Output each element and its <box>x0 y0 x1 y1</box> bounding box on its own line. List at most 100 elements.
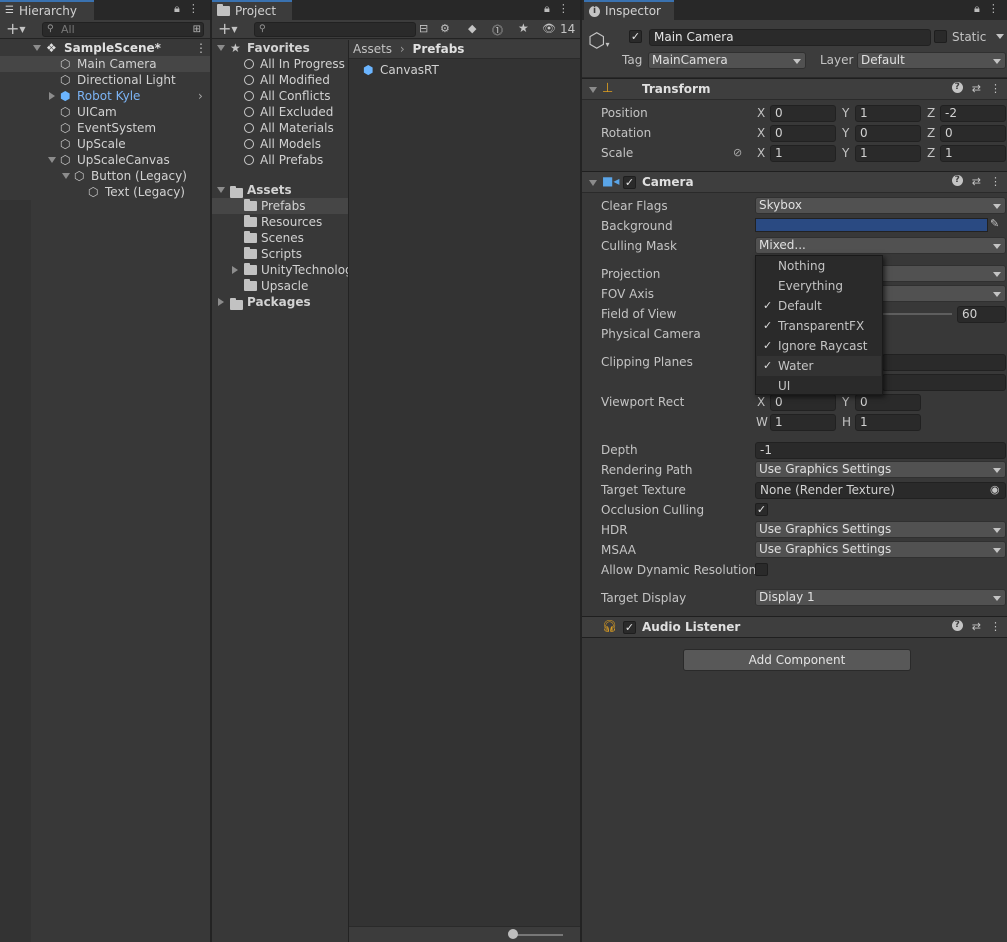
clipping-far-field[interactable] <box>882 374 1006 391</box>
axis-x-label[interactable]: X <box>757 145 765 162</box>
hierarchy-item-text-legacy[interactable]: ⬡ Text (Legacy) <box>0 184 210 200</box>
culling-menu-item-default[interactable]: ✓ Default <box>757 296 881 316</box>
help-icon[interactable]: ? <box>951 620 963 631</box>
occlusion-culling-checkbox[interactable]: ✓ <box>755 503 768 516</box>
gameobject-large-icon[interactable]: ⬡▾ <box>588 28 609 52</box>
folder-unitytechnologies[interactable]: UnityTechnolog <box>230 262 348 278</box>
position-y-field[interactable]: 1 <box>855 105 921 122</box>
filter-by-label-icon[interactable]: ◆ <box>468 22 476 35</box>
inspector-tab[interactable]: i Inspector <box>584 0 674 20</box>
breadcrumb-root[interactable]: Assets <box>353 42 392 56</box>
search-scene-icon[interactable]: ⊞ <box>193 23 201 36</box>
clear-flags-dropdown[interactable]: Skybox <box>755 197 1006 214</box>
hierarchy-item-main-camera[interactable]: ⬡ Main Camera <box>0 56 210 72</box>
icon-size-slider-thumb[interactable] <box>508 929 518 939</box>
camera-header[interactable]: ■◂ ✓ Camera ? ⇄ ⋮ <box>582 171 1007 193</box>
project-tab[interactable]: Project <box>212 0 292 20</box>
position-x-field[interactable]: 0 <box>770 105 836 122</box>
fold-arrow-icon[interactable] <box>62 173 70 179</box>
filter-by-type-icon[interactable]: ⚙ <box>440 22 450 35</box>
viewport-h-field[interactable]: 1 <box>855 414 921 431</box>
viewport-y-field[interactable]: 0 <box>855 394 921 411</box>
folder-resources[interactable]: Resources <box>244 214 322 230</box>
folder-scenes[interactable]: Scenes <box>244 230 304 246</box>
target-texture-field[interactable]: None (Render Texture) <box>755 482 1006 499</box>
dynamic-resolution-checkbox[interactable] <box>755 563 768 576</box>
culling-menu-item-ui[interactable]: UI <box>757 376 881 396</box>
favorite-all-in-progress[interactable]: All In Progress <box>244 56 345 72</box>
favorite-all-models[interactable]: All Models <box>244 136 321 152</box>
camera-enabled-checkbox[interactable]: ✓ <box>623 176 636 189</box>
culling-menu-item-nothing[interactable]: Nothing <box>757 256 881 276</box>
axis-z-label[interactable]: Z <box>927 105 935 122</box>
msaa-dropdown[interactable]: Use Graphics Settings <box>755 541 1006 558</box>
component-menu-icon[interactable]: ⋮ <box>990 620 1001 633</box>
audio-listener-header[interactable]: 🎧︎ ✓ Audio Listener ? ⇄ ⋮ <box>582 616 1007 638</box>
rendering-path-dropdown[interactable]: Use Graphics Settings <box>755 461 1006 478</box>
fov-value-field[interactable]: 60 <box>957 306 1006 323</box>
more-icon[interactable]: ⋮ <box>988 2 999 16</box>
viewport-w-field[interactable]: 1 <box>770 414 836 431</box>
fold-arrow-icon[interactable] <box>218 298 224 306</box>
help-icon[interactable]: ? <box>951 82 963 93</box>
viewport-x-field[interactable]: 0 <box>770 394 836 411</box>
hdr-dropdown[interactable]: Use Graphics Settings <box>755 521 1006 538</box>
assets-header[interactable]: Assets <box>212 182 348 198</box>
axis-w-label[interactable]: W <box>756 414 768 431</box>
fold-arrow-icon[interactable] <box>217 45 225 51</box>
object-active-checkbox[interactable]: ✓ <box>629 30 642 43</box>
hierarchy-item-upscale[interactable]: ⬡ UpScale <box>0 136 210 152</box>
rotation-y-field[interactable]: 0 <box>855 125 921 142</box>
fold-arrow-icon[interactable] <box>48 157 56 163</box>
component-menu-icon[interactable]: ⋮ <box>990 82 1001 95</box>
axis-y-label[interactable]: Y <box>842 125 849 142</box>
lock-icon[interactable]: 🔒︎ <box>544 2 550 16</box>
more-icon[interactable]: ⋮ <box>558 2 569 16</box>
favorite-all-modified[interactable]: All Modified <box>244 72 330 88</box>
lock-icon[interactable]: 🔒︎ <box>174 2 180 16</box>
preset-icon[interactable]: ⇄ <box>972 620 981 633</box>
help-icon[interactable]: ? <box>951 175 963 186</box>
more-icon[interactable]: ⋮ <box>188 2 199 16</box>
hierarchy-item-directional-light[interactable]: ⬡ Directional Light <box>0 72 210 88</box>
search-by-type-icon[interactable]: ⊟ <box>419 22 428 35</box>
hierarchy-item-uicam[interactable]: ⬡ UICam <box>0 104 210 120</box>
fold-arrow-icon[interactable] <box>589 87 597 93</box>
culling-mask-dropdown[interactable]: Mixed... <box>755 237 1006 254</box>
add-component-button[interactable]: Add Component <box>683 649 911 671</box>
rotation-x-field[interactable]: 0 <box>770 125 836 142</box>
axis-x-label[interactable]: X <box>757 125 765 142</box>
lock-icon[interactable]: 🔒︎ <box>974 2 980 16</box>
audio-listener-enabled-checkbox[interactable]: ✓ <box>623 621 636 634</box>
scale-x-field[interactable]: 1 <box>770 145 836 162</box>
object-picker-icon[interactable]: ◉ <box>990 483 1000 496</box>
axis-y-label[interactable]: Y <box>842 394 849 411</box>
hierarchy-tab[interactable]: ☰ Hierarchy <box>0 0 94 20</box>
axis-y-label[interactable]: Y <box>842 145 849 162</box>
folder-scripts[interactable]: Scripts <box>244 246 302 262</box>
axis-x-label[interactable]: X <box>757 394 765 411</box>
favorite-all-prefabs[interactable]: All Prefabs <box>244 152 323 168</box>
background-color-swatch[interactable] <box>755 218 988 232</box>
project-search-input[interactable]: ⚲ <box>254 22 416 37</box>
folder-upsacle[interactable]: Upsacle <box>244 278 308 294</box>
component-menu-icon[interactable]: ⋮ <box>990 175 1001 188</box>
favorite-star-icon[interactable]: ★ <box>518 21 529 35</box>
target-display-dropdown[interactable]: Display 1 <box>755 589 1006 606</box>
static-checkbox[interactable] <box>934 30 947 43</box>
axis-z-label[interactable]: Z <box>927 145 935 162</box>
tag-dropdown[interactable]: MainCamera <box>648 52 806 69</box>
position-z-field[interactable]: -2 <box>940 105 1006 122</box>
scale-y-field[interactable]: 1 <box>855 145 921 162</box>
favorites-header[interactable]: ★ Favorites <box>212 40 348 56</box>
fold-arrow-icon[interactable] <box>232 266 238 274</box>
breadcrumb-current[interactable]: Prefabs <box>413 42 465 56</box>
fold-arrow-icon[interactable] <box>49 92 55 100</box>
file-item-canvasrt[interactable]: ⬢ CanvasRT <box>363 62 439 78</box>
hidden-packages-icon[interactable]: 👁︎ <box>542 22 556 35</box>
icon-size-slider-track[interactable] <box>513 934 563 936</box>
fold-arrow-icon[interactable] <box>589 180 597 186</box>
folder-prefabs[interactable]: Prefabs <box>212 198 348 214</box>
layer-dropdown[interactable]: Default <box>857 52 1006 69</box>
scale-z-field[interactable]: 1 <box>940 145 1006 162</box>
